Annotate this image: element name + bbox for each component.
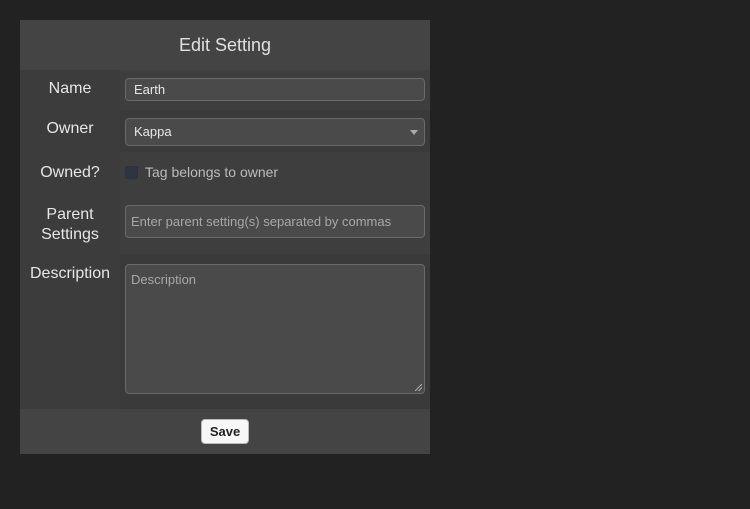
resize-grip-icon[interactable]: [415, 384, 422, 391]
edit-setting-panel: Edit Setting Name Earth Owner Kappa Owne…: [20, 20, 430, 454]
description-field-cell: Description: [120, 254, 430, 409]
owned-checkbox-line: Tag belongs to owner: [125, 160, 425, 180]
chevron-down-icon: [410, 130, 418, 135]
owner-selected-value: Kappa: [134, 124, 172, 139]
description-textarea[interactable]: Description: [125, 264, 425, 394]
owner-label: Owner: [20, 110, 120, 152]
save-button[interactable]: Save: [201, 419, 249, 444]
name-input[interactable]: Earth: [125, 78, 425, 101]
parent-settings-label-line2: Settings: [41, 226, 99, 243]
owned-field-cell: Tag belongs to owner: [120, 152, 430, 194]
panel-title: Edit Setting: [178, 35, 272, 55]
parent-settings-row: Parent Settings Enter parent setting(s) …: [20, 194, 430, 254]
settings-form: Name Earth Owner Kappa Owned? Tag belong…: [20, 70, 430, 409]
owner-row: Owner Kappa: [20, 110, 430, 152]
parent-settings-label-line1: Parent: [46, 206, 94, 223]
name-field-cell: Earth: [120, 70, 430, 110]
owned-row: Owned? Tag belongs to owner: [20, 152, 430, 194]
owned-checkbox-label[interactable]: Tag belongs to owner: [145, 164, 278, 180]
parent-settings-input[interactable]: Enter parent setting(s) separated by com…: [125, 205, 425, 238]
description-label: Description: [20, 254, 120, 409]
parent-settings-label: Parent Settings: [20, 194, 120, 254]
name-row: Name Earth: [20, 70, 430, 110]
panel-footer: Save: [20, 409, 430, 454]
description-placeholder: Description: [131, 272, 197, 287]
owner-select[interactable]: Kappa: [125, 118, 425, 146]
parent-settings-field-cell: Enter parent setting(s) separated by com…: [120, 194, 430, 254]
description-row: Description Description: [20, 254, 430, 409]
owned-label: Owned?: [20, 152, 120, 194]
name-label: Name: [20, 70, 120, 110]
owner-field-cell: Kappa: [120, 110, 430, 152]
owned-checkbox[interactable]: [125, 165, 138, 179]
